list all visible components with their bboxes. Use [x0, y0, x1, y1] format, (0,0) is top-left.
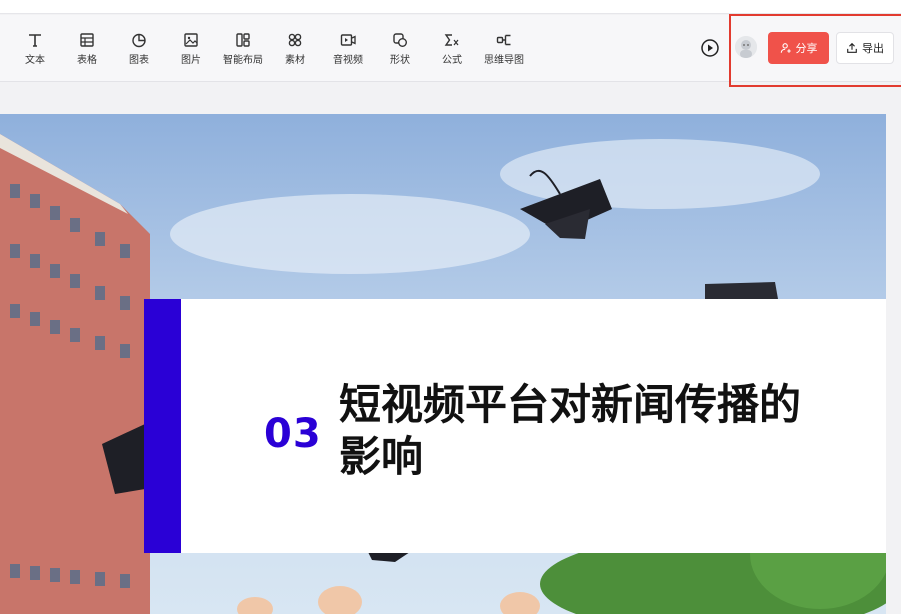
video-icon — [340, 34, 356, 46]
tool-label: 素材 — [285, 55, 305, 66]
play-icon[interactable] — [700, 38, 720, 58]
accent-bar — [144, 299, 181, 553]
export-button[interactable]: 导出 — [836, 32, 894, 64]
section-card[interactable]: 03 短视频平台对新闻传播的影响 — [144, 299, 886, 553]
share-label: 分享 — [795, 42, 818, 55]
mindmap-icon — [496, 34, 511, 46]
text-icon — [29, 34, 41, 47]
shape-icon — [393, 33, 407, 47]
slide-canvas[interactable]: 03 短视频平台对新闻传播的影响 — [0, 114, 886, 614]
tool-mindmap[interactable]: 思维导图 — [482, 32, 526, 68]
tool-smart-layout[interactable]: 智能布局 — [221, 32, 265, 68]
tool-image[interactable]: 图片 — [169, 32, 213, 68]
table-icon — [80, 33, 94, 47]
image-icon — [184, 33, 198, 47]
tool-label: 智能布局 — [223, 55, 263, 66]
tool-label: 图片 — [181, 55, 201, 66]
tool-label: 表格 — [77, 55, 97, 66]
avatar[interactable] — [735, 36, 757, 58]
tool-label: 图表 — [129, 55, 149, 66]
tool-video[interactable]: 音视频 — [326, 32, 370, 68]
section-title: 短视频平台对新闻传播的影响 — [339, 380, 802, 481]
material-icon — [288, 33, 302, 47]
top-strip — [0, 0, 901, 14]
tool-label: 文本 — [25, 55, 45, 66]
user-avatar-icon — [735, 36, 757, 58]
formula-icon — [444, 34, 459, 46]
tool-label: 思维导图 — [484, 55, 524, 66]
export-icon — [847, 42, 857, 53]
share-button[interactable]: 分享 — [768, 32, 829, 64]
tool-material[interactable]: 素材 — [273, 32, 317, 68]
chart-icon — [132, 33, 146, 48]
tool-table[interactable]: 表格 — [65, 32, 109, 68]
tool-label: 公式 — [442, 55, 462, 66]
add-user-icon — [780, 43, 791, 53]
smart-layout-icon — [236, 33, 250, 47]
toolbar: 文本 表格 图表 图片 智能布局 素材 音视频 形状 公式 思维导图 分享 导出 — [0, 15, 901, 82]
section-number: 03 — [264, 411, 322, 457]
tool-label: 形状 — [390, 55, 410, 66]
tool-formula[interactable]: 公式 — [430, 32, 474, 68]
tool-shape[interactable]: 形状 — [378, 32, 422, 68]
export-label: 导出 — [862, 42, 884, 55]
tool-label: 音视频 — [333, 55, 363, 66]
tool-text[interactable]: 文本 — [13, 32, 57, 68]
tool-chart[interactable]: 图表 — [117, 32, 161, 68]
